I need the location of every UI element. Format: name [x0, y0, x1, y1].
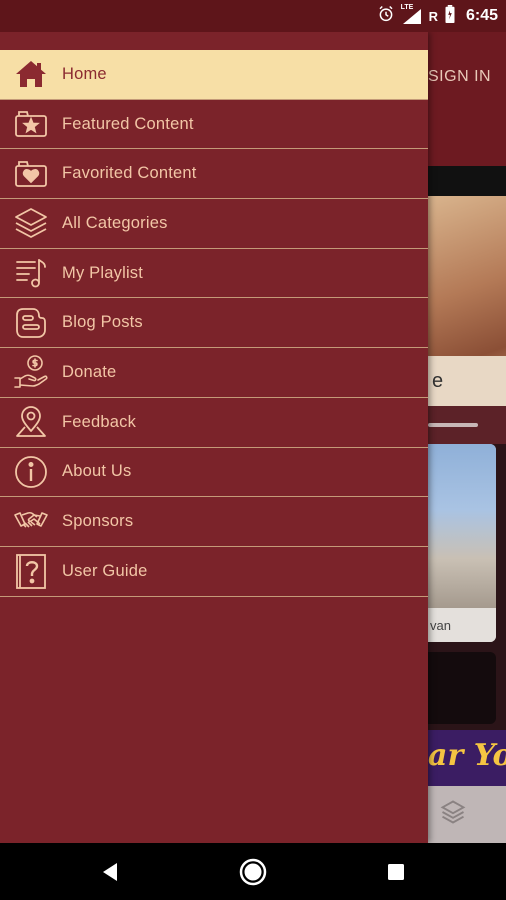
carousel-indicator: [428, 423, 478, 427]
drawer-item-my-playlist[interactable]: My Playlist: [0, 249, 428, 299]
drawer-item-donate[interactable]: Donate: [0, 348, 428, 398]
info-icon: [0, 448, 62, 497]
promo-banner[interactable]: ar You: [428, 730, 506, 786]
donate-hand-icon: [0, 348, 62, 397]
navigation-drawer: Home Featured Content Favorited Content …: [0, 32, 428, 843]
drawer-item-label: Favorited Content: [62, 164, 197, 183]
drawer-item-sponsors[interactable]: Sponsors: [0, 497, 428, 547]
drawer-item-featured-content[interactable]: Featured Content: [0, 100, 428, 150]
drawer-header-spacer: [0, 32, 428, 50]
location-pin-icon: [0, 398, 62, 447]
content-card[interactable]: van: [428, 444, 496, 642]
favorited-content-icon: [0, 149, 62, 198]
bottom-nav: [428, 786, 506, 843]
drawer-item-user-guide[interactable]: User Guide: [0, 547, 428, 597]
sign-in-link[interactable]: SIGN IN: [428, 68, 491, 86]
drawer-item-all-categories[interactable]: All Categories: [0, 199, 428, 249]
playlist-icon: [0, 249, 62, 298]
layers-icon[interactable]: [439, 798, 467, 831]
featured-caption: e: [428, 356, 506, 406]
recents-icon[interactable]: [366, 843, 426, 900]
alarm-icon: [377, 5, 395, 28]
content-card-image: [428, 444, 496, 608]
drawer-item-label: All Categories: [62, 213, 168, 232]
lte-signal-icon: LTE: [401, 4, 423, 25]
drawer-item-label: About Us: [62, 462, 132, 481]
system-navigation-bar: [0, 843, 506, 900]
drawer-item-label: My Playlist: [62, 263, 144, 282]
layers-icon: [0, 199, 62, 248]
drawer-item-about-us[interactable]: About Us: [0, 448, 428, 498]
back-icon[interactable]: [81, 843, 141, 900]
drawer-item-label: Featured Content: [62, 114, 194, 133]
blogger-icon: [0, 298, 62, 347]
drawer-item-favorited-content[interactable]: Favorited Content: [0, 149, 428, 200]
question-book-icon: [0, 547, 62, 596]
drawer-item-label: Feedback: [62, 412, 137, 431]
drawer-item-label: Sponsors: [62, 512, 134, 531]
drawer-item-home[interactable]: Home: [0, 50, 428, 100]
drawer-item-blog-posts[interactable]: Blog Posts: [0, 298, 428, 349]
clock-time: 6:45: [465, 7, 498, 24]
home-button-icon[interactable]: [223, 843, 283, 900]
content-card-dark[interactable]: [428, 652, 496, 724]
header-strip: [428, 166, 506, 196]
roaming-indicator: R: [428, 8, 438, 24]
featured-content-icon: [0, 100, 62, 149]
drawer-item-label: User Guide: [62, 561, 148, 580]
content-card-caption: van: [428, 608, 496, 642]
drawer-item-label: Home: [62, 64, 107, 83]
drawer-item-label: Donate: [62, 362, 117, 381]
status-bar: LTE R 6:45: [0, 0, 506, 32]
battery-icon: [444, 4, 456, 28]
home-icon: [0, 50, 62, 99]
drawer-item-label: Blog Posts: [62, 313, 143, 332]
drawer-item-feedback[interactable]: Feedback: [0, 398, 428, 448]
handshake-icon: [0, 497, 62, 546]
